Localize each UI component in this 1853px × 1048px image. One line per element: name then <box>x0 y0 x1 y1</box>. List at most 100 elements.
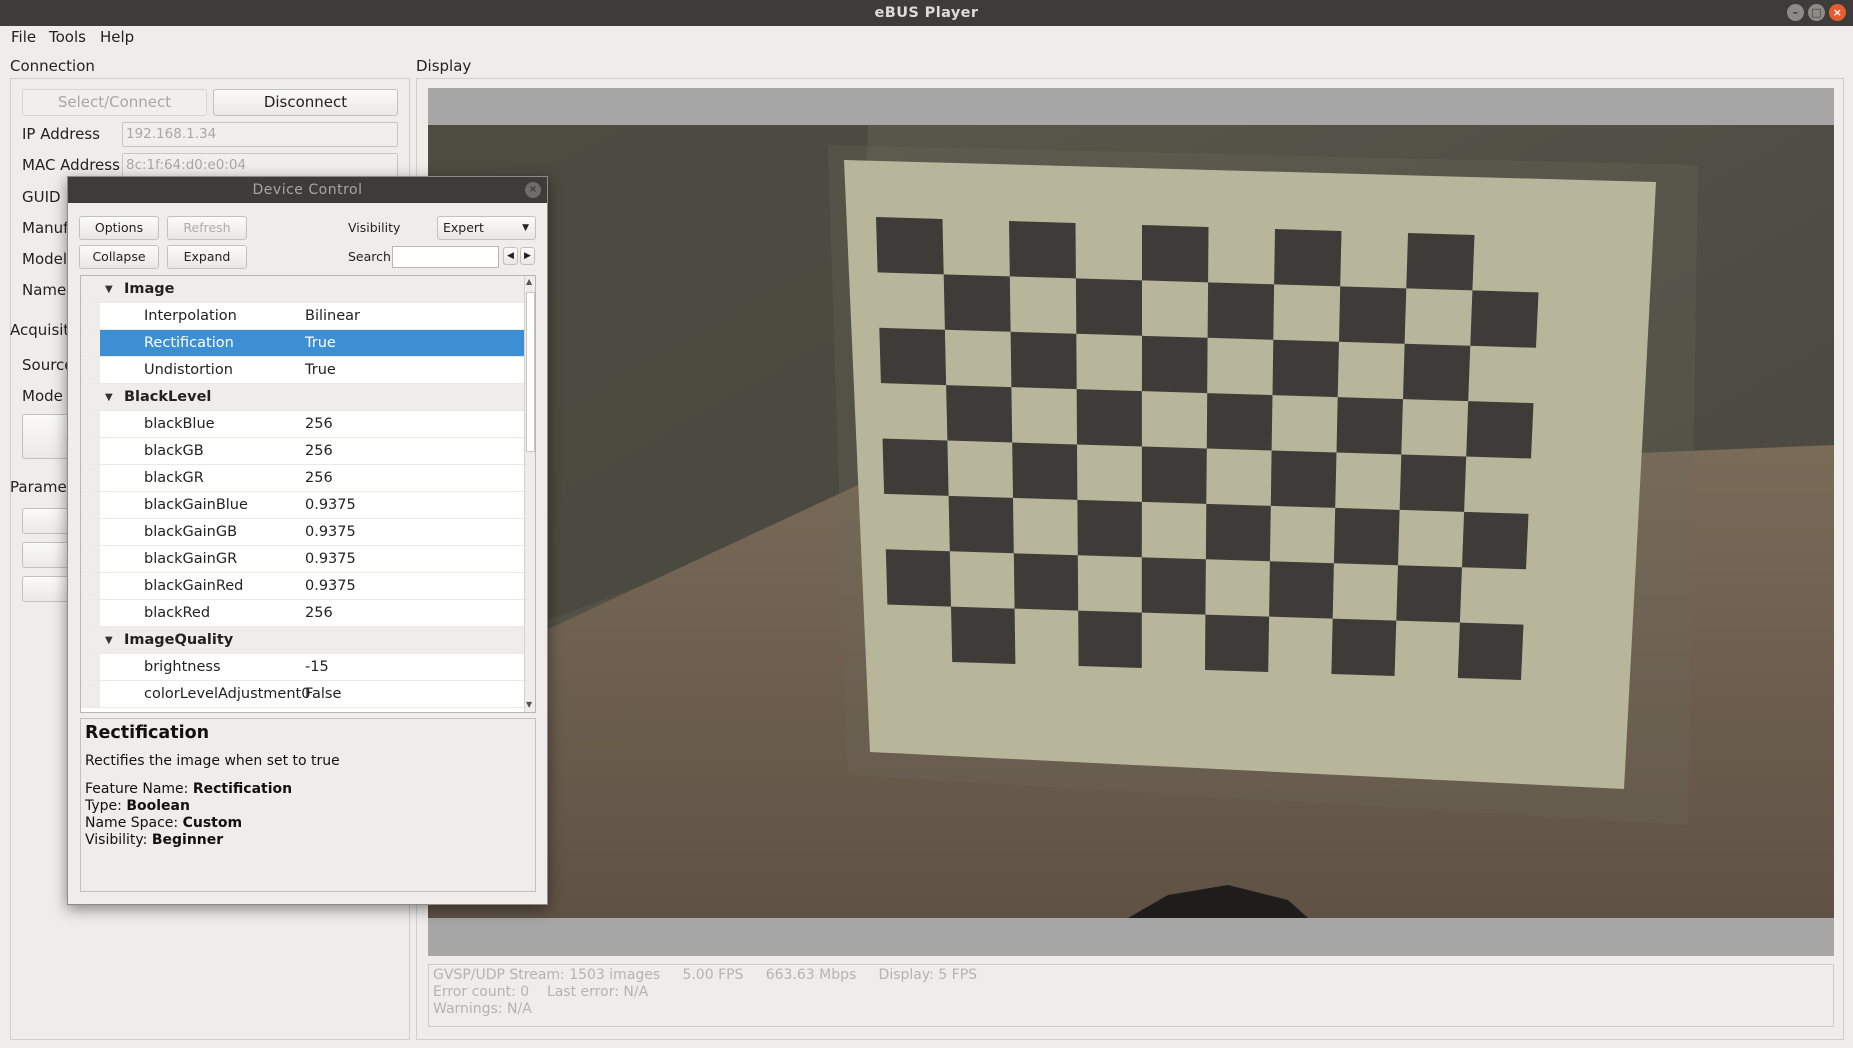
tree-feature-row[interactable]: Undistortion True <box>81 357 524 384</box>
feature-name: blackBlue <box>144 416 215 432</box>
mac-address-field[interactable]: 8c:1f:64:d0:e0:04 <box>122 153 398 178</box>
tree-feature-row[interactable]: blackRed 256 <box>81 600 524 627</box>
tree-indent <box>81 573 100 599</box>
mac-address-label: MAC Address <box>22 156 120 174</box>
tree-category-row[interactable]: ▼ ImageQuality <box>81 627 524 654</box>
feature-value[interactable]: -15 <box>305 654 329 681</box>
refresh-button[interactable]: Refresh <box>167 216 247 240</box>
camera-image[interactable] <box>428 125 1834 918</box>
checker-square <box>1466 401 1534 459</box>
feature-value[interactable]: 0.9375 <box>305 492 356 519</box>
connection-group-label: Connection <box>10 57 95 75</box>
search-input[interactable] <box>392 246 499 268</box>
checker-square <box>951 606 1016 664</box>
dialog-title: Device Control <box>68 177 547 203</box>
expand-button[interactable]: Expand <box>167 245 247 269</box>
warnings-line: Warnings: N/A <box>433 1001 532 1017</box>
checker-square <box>1075 278 1142 336</box>
feature-name-line: Feature Name: Rectification <box>85 781 531 798</box>
options-button[interactable]: Options <box>79 216 159 240</box>
menu-help[interactable]: Help <box>100 28 134 46</box>
feature-value[interactable]: 256 <box>305 600 333 627</box>
scroll-thumb[interactable] <box>526 292 535 452</box>
feature-value[interactable]: 256 <box>305 411 333 438</box>
menu-file[interactable]: File <box>11 28 36 46</box>
checker-square <box>1207 282 1275 340</box>
checker-square <box>1141 557 1206 615</box>
feature-name: blackGainGR <box>144 551 238 567</box>
visibility-desc-value: Beginner <box>151 832 224 848</box>
tree-category-row[interactable]: ▼ Image <box>81 276 524 303</box>
feature-value[interactable]: True <box>305 357 336 384</box>
feature-name: blackGainBlue <box>144 497 248 513</box>
feature-tree[interactable]: ▼ Image Interpolation Bilinear Rectification… <box>80 275 536 713</box>
checker-square <box>948 495 1014 554</box>
feature-value[interactable]: Bilinear <box>305 303 360 330</box>
tree-feature-row[interactable]: blackBlue 256 <box>81 411 524 438</box>
feature-value[interactable]: 256 <box>305 438 333 465</box>
checker-square <box>1142 225 1209 283</box>
tree-indent <box>81 438 100 464</box>
select-connect-button[interactable]: Select/Connect <box>22 89 207 116</box>
checker-square <box>1010 331 1077 390</box>
tree-feature-row[interactable]: Rectification True <box>81 330 524 357</box>
tree-feature-row[interactable]: blackGainRed 0.9375 <box>81 573 524 600</box>
display-group-label: Display <box>416 57 472 75</box>
device-control-dialog: Device Control × Options Refresh Collaps… <box>67 176 548 905</box>
visibility-select[interactable]: Expert ▼ <box>437 216 536 240</box>
minimize-icon[interactable]: – <box>1787 4 1804 21</box>
ip-address-field[interactable]: 192.168.1.34 <box>122 122 398 147</box>
namespace-line: Name Space: Custom <box>85 815 531 832</box>
feature-value[interactable]: False <box>305 681 341 708</box>
name-label: Name <box>22 281 67 299</box>
expand-arrow-icon[interactable]: ▼ <box>105 384 113 411</box>
tree-feature-row[interactable]: colorLevelAdjustment0 False <box>81 681 524 708</box>
feature-name: Undistortion <box>144 362 233 378</box>
maximize-icon[interactable]: □ <box>1808 4 1825 21</box>
visibility-label: Visibility <box>348 220 401 235</box>
feature-value[interactable]: 0.9375 <box>305 519 356 546</box>
checker-square <box>1012 442 1078 500</box>
disconnect-button[interactable]: Disconnect <box>213 89 398 116</box>
mode-label: Mode <box>22 387 63 405</box>
scroll-up-icon[interactable]: ▲ <box>526 277 532 286</box>
checker-square <box>1406 233 1475 291</box>
feature-value[interactable]: 256 <box>305 465 333 492</box>
tree-indent <box>81 411 100 437</box>
feature-name: blackGB <box>144 443 204 459</box>
checker-square <box>1331 618 1397 676</box>
tree-feature-row[interactable]: blackGainBlue 0.9375 <box>81 492 524 519</box>
tree-indent <box>81 546 100 572</box>
tree-category-row[interactable]: ▼ BlackLevel <box>81 384 524 411</box>
checker-square <box>1205 614 1270 672</box>
checker-square <box>1333 507 1400 566</box>
feature-value[interactable]: 0.9375 <box>305 546 356 573</box>
collapse-button[interactable]: Collapse <box>79 245 159 269</box>
parameters-group-label: Paramet <box>10 478 73 496</box>
menu-tools[interactable]: Tools <box>49 28 86 46</box>
checker-square <box>1270 450 1337 508</box>
checker-square <box>885 549 951 607</box>
search-next-icon[interactable]: ▶ <box>520 247 535 265</box>
tree-feature-row[interactable]: Interpolation Bilinear <box>81 303 524 330</box>
tree-scrollbar[interactable]: ▲ ▼ <box>524 276 535 712</box>
search-label: Search <box>348 249 391 264</box>
tree-feature-row[interactable]: brightness -15 <box>81 654 524 681</box>
expand-arrow-icon[interactable]: ▼ <box>105 276 113 303</box>
feature-value[interactable]: True <box>305 330 336 357</box>
search-prev-icon[interactable]: ◀ <box>503 247 518 265</box>
feature-value[interactable]: 0.9375 <box>305 573 356 600</box>
checker-square <box>1274 229 1342 287</box>
type-line: Type: Boolean <box>85 798 531 815</box>
tree-feature-row[interactable]: blackGainGB 0.9375 <box>81 519 524 546</box>
close-icon[interactable]: × <box>1829 4 1846 21</box>
tree-feature-row[interactable]: blackGB 256 <box>81 438 524 465</box>
dialog-close-icon[interactable]: × <box>525 182 541 198</box>
checker-square <box>1396 565 1462 623</box>
scroll-down-icon[interactable]: ▼ <box>526 700 532 709</box>
tree-feature-row[interactable]: blackGainGR 0.9375 <box>81 546 524 573</box>
expand-arrow-icon[interactable]: ▼ <box>105 627 113 654</box>
checker-square <box>1078 610 1142 668</box>
tree-feature-row[interactable]: blackGR 256 <box>81 465 524 492</box>
tree-indent <box>81 519 100 545</box>
